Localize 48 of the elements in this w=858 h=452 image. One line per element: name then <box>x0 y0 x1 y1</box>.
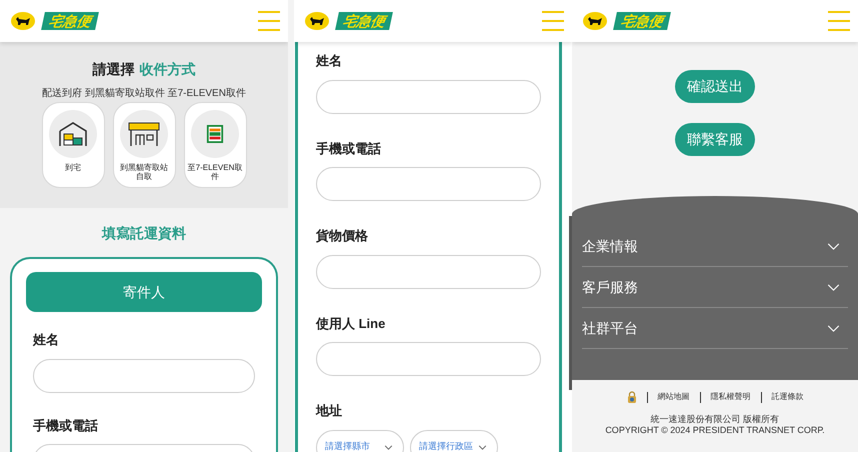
footer-menu-item[interactable]: 企業情報 <box>582 226 848 267</box>
padlock-icon <box>626 391 636 403</box>
brand-logo: 宅急便 <box>41 12 99 30</box>
cat-logo-icon <box>305 12 329 30</box>
field-label: 姓名 <box>316 52 343 70</box>
menu-icon[interactable] <box>828 11 850 31</box>
section-heading-highlight: 收件方式 <box>140 60 196 79</box>
field-label: 手機或電話 <box>33 416 99 434</box>
footer-link[interactable]: 隱私權聲明 <box>710 391 750 403</box>
field-label: 使用人 Line <box>316 314 386 332</box>
chevron-down-icon <box>478 444 487 450</box>
input-field[interactable] <box>316 254 541 288</box>
input-field[interactable] <box>316 80 541 114</box>
sender-section-button[interactable]: 寄件人 <box>26 272 262 312</box>
cat-logo-icon <box>583 12 607 30</box>
input-field[interactable] <box>316 167 541 201</box>
storefront-icon <box>127 121 161 147</box>
delivery-option-card[interactable]: 到黑貓寄取站自取 <box>112 102 176 188</box>
input-field[interactable] <box>316 342 541 376</box>
menu-icon[interactable] <box>258 11 280 31</box>
field-label: 姓名 <box>33 331 60 349</box>
delivery-option-card[interactable]: 到宅 <box>42 102 104 188</box>
footer-menu-item[interactable]: 社群平台 <box>582 308 848 349</box>
action-button[interactable]: 確認送出 <box>675 70 755 103</box>
delivery-option-card[interactable]: 至7-ELEVEN取件 <box>184 102 246 188</box>
field-label: 手機或電話 <box>316 140 382 158</box>
dropdown-select[interactable]: 請選擇行政區 <box>410 430 498 452</box>
company-text: 統一速達股份有限公司 版權所有 <box>650 414 780 424</box>
menu-icon[interactable] <box>542 11 564 31</box>
house-icon <box>58 121 88 147</box>
action-button[interactable]: 聯繫客服 <box>675 123 755 156</box>
field-label: 地址 <box>316 402 343 420</box>
dropdown-select[interactable]: 請選擇縣市 <box>316 430 404 452</box>
cat-logo-icon <box>11 12 35 30</box>
field-label: 貨物價格 <box>316 227 369 245</box>
footer-menu-item[interactable]: 客戶服務 <box>582 267 848 308</box>
input-field[interactable] <box>33 358 255 392</box>
scrollbar[interactable] <box>569 216 572 390</box>
chevron-down-icon <box>384 444 393 450</box>
brand-logo: 宅急便 <box>335 12 393 30</box>
form-title: 填寫託運資料 <box>100 224 187 242</box>
convenience-store-logo-icon <box>206 124 224 144</box>
brand-logo: 宅急便 <box>613 12 671 30</box>
section-heading: 請選擇 <box>92 60 134 79</box>
copyright-text: COPYRIGHT © 2024 PRESIDENT TRANSNET CORP. <box>604 425 826 435</box>
options-caption: 配送到府 到黑貓寄取站取件 至7-ELEVEN取件 <box>42 88 246 100</box>
footer-link[interactable]: 網站地圖 <box>658 391 690 403</box>
footer-link[interactable]: 託運條款 <box>772 391 804 403</box>
